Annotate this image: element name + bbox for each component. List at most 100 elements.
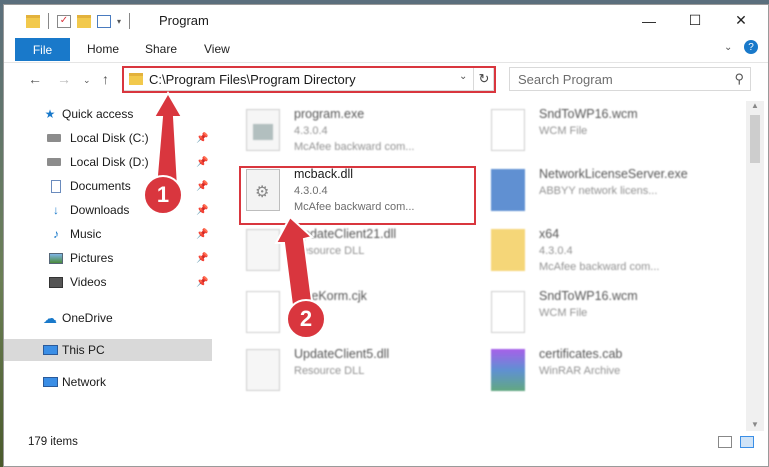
download-icon: ↓	[53, 203, 59, 217]
search-placeholder: Search Program	[518, 72, 613, 87]
sidebar-item-label: Local Disk (C:)	[70, 131, 149, 145]
forward-arrow-icon[interactable]: →	[57, 71, 71, 87]
sidebar-item-label: Videos	[70, 275, 107, 289]
close-button[interactable]: ✕	[718, 5, 764, 36]
divider	[48, 13, 49, 29]
list-item[interactable]: UpdateClient5.dll Resource DLL	[224, 345, 454, 399]
file-name: SndToWP16.wcm	[539, 289, 638, 303]
pin-icon[interactable]: 📌	[196, 253, 208, 264]
list-item[interactable]: UpdateClient21.dll Resource DLL	[224, 225, 454, 279]
minimize-button[interactable]: —	[626, 5, 672, 36]
file-description: McAfee backward com...	[294, 141, 415, 153]
scroll-up-icon[interactable]: ▲	[751, 101, 759, 110]
folder-icon	[26, 14, 40, 28]
pin-icon[interactable]: 📌	[196, 277, 208, 288]
vertical-scrollbar[interactable]: ▲ ▼	[746, 101, 764, 431]
file-version: 4.3.0.4	[539, 245, 573, 257]
item-count: 179 items	[28, 436, 78, 448]
scroll-down-icon[interactable]: ▼	[751, 420, 759, 429]
title-bar: ✓ ▾ Program — ☐ ✕	[4, 5, 768, 36]
sidebar-item-pictures[interactable]: Pictures 📌	[4, 247, 212, 269]
new-folder-icon[interactable]	[77, 14, 91, 28]
sidebar-item-quick-access[interactable]: ★ Quick access	[4, 103, 212, 125]
list-item[interactable]: SndToWP16.wcm WCM File	[469, 287, 699, 341]
sidebar-item-local-disk-d[interactable]: Local Disk (D:) 📌	[4, 151, 212, 173]
recent-locations-icon[interactable]: ⌄	[83, 75, 91, 86]
step-1-badge: 1	[143, 175, 183, 215]
chevron-down-icon[interactable]: ⌄	[724, 42, 732, 53]
scrollbar-thumb[interactable]	[750, 115, 760, 163]
address-highlight	[122, 66, 496, 93]
details-view-icon[interactable]	[718, 436, 732, 448]
search-input[interactable]: Search Program ⚲	[509, 67, 751, 91]
pictures-icon	[48, 251, 64, 265]
file-name: certificates.cab	[539, 347, 623, 361]
sidebar-item-music[interactable]: ♪ Music 📌	[4, 223, 212, 245]
drive-icon	[46, 131, 62, 145]
list-item[interactable]: certificates.cab WinRAR Archive	[469, 345, 699, 399]
large-icons-view-icon[interactable]	[740, 436, 754, 448]
list-item[interactable]: SndToWP16.wcm WCM File	[469, 105, 699, 159]
file-version: Resource DLL	[294, 245, 365, 257]
file-version: WinRAR Archive	[539, 365, 621, 377]
sidebar-item-label: Downloads	[70, 203, 130, 217]
pin-icon[interactable]: 📌	[196, 205, 208, 216]
divider	[129, 13, 131, 29]
tab-share[interactable]: Share	[145, 42, 177, 56]
tab-view[interactable]: View	[204, 42, 230, 56]
ribbon: File Home Share View ⌄ ?	[4, 36, 768, 63]
help-icon[interactable]: ?	[744, 40, 758, 54]
sidebar-item-onedrive[interactable]: ☁ OneDrive	[4, 307, 212, 329]
star-icon: ★	[44, 107, 56, 121]
list-item[interactable]: FineKorm.cjk	[224, 287, 454, 341]
tab-file[interactable]: File	[15, 38, 70, 61]
cloud-icon: ☁	[43, 309, 57, 326]
pin-icon[interactable]: 📌	[196, 133, 208, 144]
sidebar-item-label: Local Disk (D:)	[70, 155, 149, 169]
pin-icon[interactable]: 📌	[196, 157, 208, 168]
step-2-badge: 2	[286, 299, 326, 339]
sidebar-item-this-pc[interactable]: This PC	[4, 339, 212, 361]
sidebar-item-label: Documents	[70, 179, 131, 193]
file-description: McAfee backward com...	[539, 261, 660, 273]
file-name: UpdateClient21.dll	[294, 227, 397, 241]
file-name: program.exe	[294, 107, 365, 121]
file-version: Resource DLL	[294, 365, 365, 377]
search-icon[interactable]: ⚲	[734, 71, 744, 87]
archive-file-icon	[491, 349, 525, 391]
file-name: NetworkLicenseServer.exe	[539, 167, 688, 181]
exe-file-icon	[246, 109, 280, 151]
file-icon	[491, 291, 525, 333]
chevron-down-icon[interactable]: ▾	[117, 17, 121, 26]
dll-file-icon	[246, 349, 280, 391]
sidebar-item-label: Network	[62, 375, 107, 389]
sidebar-item-label: Quick access	[62, 107, 134, 121]
maximize-button[interactable]: ☐	[672, 5, 718, 36]
view-options-icon[interactable]	[97, 14, 111, 28]
status-bar: 179 items	[4, 433, 768, 466]
drive-icon	[46, 155, 62, 169]
dll-file-icon	[246, 229, 280, 271]
file-version: 4.3.0.4	[294, 125, 328, 137]
file-name: UpdateClient5.dll	[294, 347, 390, 361]
file-version: WCM File	[539, 125, 588, 137]
sidebar-item-videos[interactable]: Videos 📌	[4, 271, 212, 293]
window-title: Program	[159, 13, 209, 28]
properties-icon[interactable]: ✓	[57, 14, 71, 28]
list-item[interactable]: x64 4.3.0.4 McAfee backward com...	[469, 225, 699, 279]
sidebar-item-network[interactable]: Network	[4, 371, 212, 393]
list-item[interactable]: program.exe 4.3.0.4 McAfee backward com.…	[224, 105, 454, 159]
up-arrow-icon[interactable]: ↑	[102, 71, 109, 87]
quick-access-toolbar: ✓ ▾	[26, 13, 132, 29]
pin-icon[interactable]: 📌	[196, 229, 208, 240]
file-version: ABBYY network licens...	[539, 185, 658, 197]
back-arrow-icon[interactable]: ←	[28, 71, 42, 87]
tab-home[interactable]: Home	[87, 42, 119, 56]
sidebar-item-label: This PC	[62, 343, 105, 357]
pin-icon[interactable]: 📌	[196, 181, 208, 192]
sidebar-item-local-disk-c[interactable]: Local Disk (C:) 📌	[4, 127, 212, 149]
sidebar-item-label: Music	[70, 227, 102, 241]
music-icon: ♪	[53, 227, 59, 241]
network-icon	[42, 375, 58, 389]
list-item[interactable]: NetworkLicenseServer.exe ABBYY network l…	[469, 165, 699, 219]
